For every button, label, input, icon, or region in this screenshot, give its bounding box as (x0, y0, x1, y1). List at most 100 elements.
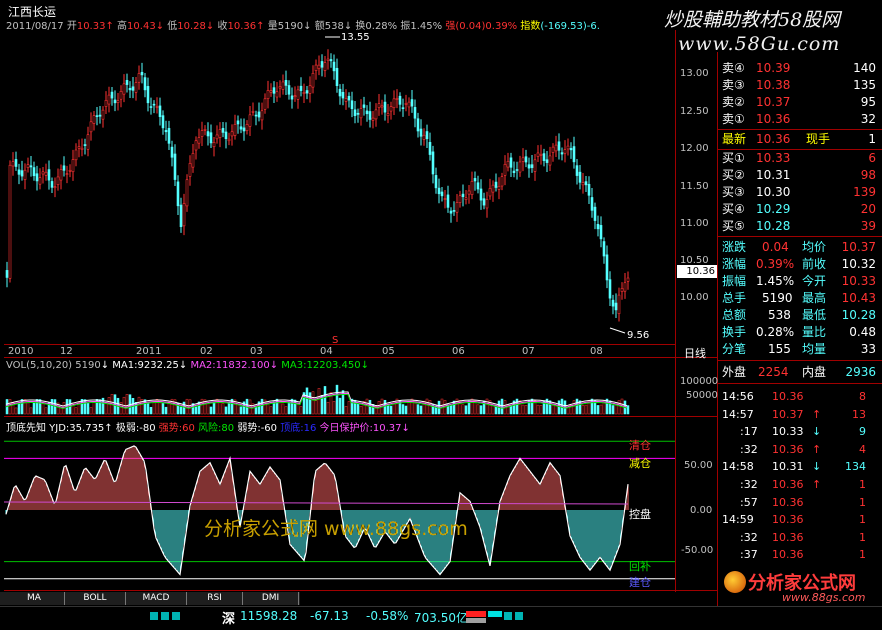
volume-bar (206, 403, 210, 415)
tick-volume: 1 (859, 513, 866, 527)
status-square-icon (161, 612, 169, 620)
candle-body (56, 176, 60, 186)
volume-bar (200, 398, 204, 415)
candle-body (128, 88, 132, 91)
candle-body (209, 132, 213, 144)
candle-body (572, 146, 576, 163)
status-square-icon (150, 612, 158, 620)
candle-body (530, 164, 534, 168)
candle-body (431, 151, 435, 175)
tab-macd[interactable]: MACD (126, 592, 187, 605)
candle-body (482, 198, 486, 206)
candle-body (119, 91, 123, 100)
tab-ma[interactable]: MA (4, 592, 65, 605)
bid-row: 买③ 10.30 139 (722, 185, 876, 199)
candle-body (293, 95, 297, 98)
candle-body (593, 206, 597, 221)
candle-body (485, 199, 489, 209)
volume-bar (626, 405, 630, 415)
volume-bar (347, 401, 351, 415)
volume-bar (581, 405, 585, 415)
volume-chart[interactable] (0, 370, 675, 416)
ask-row: 卖① 10.36 32 (722, 112, 876, 126)
candle-body (116, 100, 120, 103)
candle-body (299, 85, 303, 91)
volume-bar (524, 405, 528, 415)
volume-bar (194, 406, 198, 415)
stats-row: 涨跌 0.04 均价 10.37 (722, 240, 876, 254)
volume-bottom-line (4, 416, 717, 417)
volume-bar (461, 404, 465, 415)
stats-divider (718, 360, 882, 361)
volume-bar (596, 405, 600, 415)
volume-bar (287, 401, 291, 415)
candle-body (329, 59, 333, 62)
candle-body (278, 86, 282, 89)
candle-body (425, 131, 429, 140)
watermark-url: www.58Gu.com (678, 33, 841, 55)
candle-body (497, 186, 501, 190)
volume-bar (428, 400, 432, 415)
candle-body (500, 176, 504, 187)
volume-bar (137, 396, 141, 415)
volume-axis-tick: 100000 (680, 376, 719, 387)
volume-bar (572, 400, 576, 415)
candle-body (83, 144, 87, 146)
candle-body (137, 73, 141, 83)
price-tick: 11.00 (680, 218, 709, 229)
candle-body (476, 182, 480, 190)
volume-bar (479, 405, 483, 415)
tick-arrow: ↑ (812, 478, 822, 491)
bid-row: 买⑤ 10.28 39 (722, 219, 876, 233)
candle-body (17, 169, 21, 175)
volume-bar (425, 398, 429, 415)
tick-volume: 134 (845, 460, 866, 474)
volume-bar (266, 403, 270, 415)
candle-body (524, 156, 528, 163)
volume-bar (416, 404, 420, 415)
volume-bar (449, 405, 453, 415)
indicator-chart[interactable] (0, 430, 675, 590)
volume-bar (314, 400, 318, 415)
tab-boll[interactable]: BOLL (65, 592, 126, 605)
candlestick-chart[interactable]: 13.55 9.56 S (0, 30, 675, 345)
candle-body (104, 100, 108, 107)
tick-arrow: ↓ (812, 460, 822, 474)
candle-body (326, 58, 330, 61)
candle-body (176, 181, 180, 207)
candle-body (23, 169, 27, 180)
volume-bar (161, 403, 165, 415)
volume-bar (143, 399, 147, 415)
candle-body (218, 129, 222, 138)
volume-bar (323, 386, 327, 415)
period-label[interactable]: 日线 (684, 345, 706, 361)
candle-body (107, 94, 111, 105)
candle-body (317, 64, 321, 69)
candle-body (554, 144, 558, 152)
time-label: 06 (452, 346, 465, 357)
tick-row: :17 10.33 ↓ 9 (720, 423, 880, 440)
candle-body (386, 113, 390, 116)
candle-body (323, 62, 327, 71)
tick-price: 10.36 (772, 495, 804, 509)
current-price-tag: 10.36 (677, 265, 717, 278)
indicator-axis-tick: -50.00 (681, 545, 714, 556)
tick-time: :32 (740, 478, 758, 491)
candle-body (518, 161, 522, 173)
tick-time: :32 (740, 530, 758, 544)
status-index: 11598.28 (240, 609, 298, 623)
tick-row: 14:56 10.36 8 (720, 388, 880, 405)
tab-dmi[interactable]: DMI (243, 592, 299, 605)
volume-bar (149, 406, 153, 415)
volume-bar (296, 403, 300, 415)
ask-row: 卖② 10.37 95 (722, 95, 876, 109)
candle-body (623, 282, 627, 292)
tab-rsi[interactable]: RSI (187, 592, 243, 605)
candle-body (611, 299, 615, 307)
candle-body (269, 90, 273, 93)
candle-body (419, 128, 423, 137)
candle-body (275, 91, 279, 98)
candle-body (32, 167, 36, 177)
candle-body (362, 104, 366, 108)
candle-body (560, 152, 564, 155)
